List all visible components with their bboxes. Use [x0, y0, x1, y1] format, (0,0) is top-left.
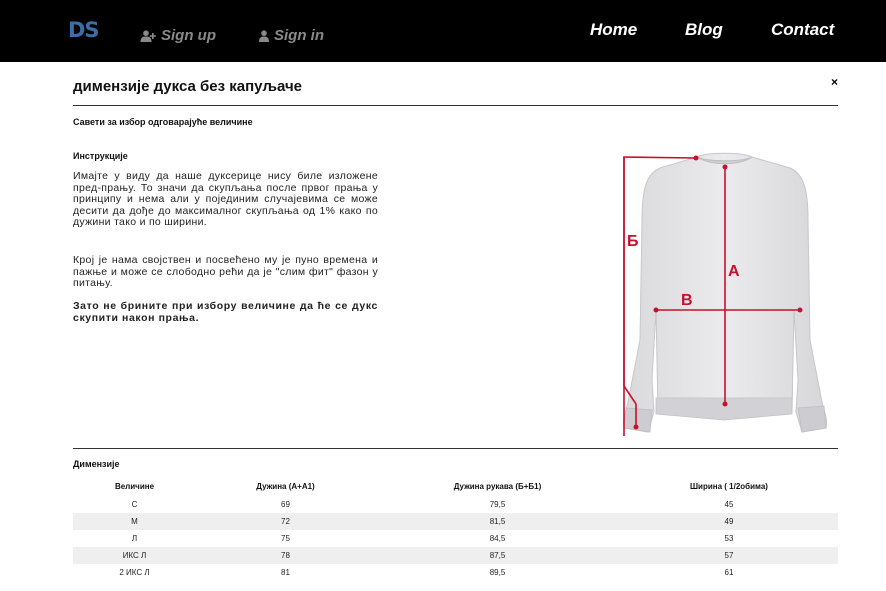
modal-title: димензије дукса без капуљаче — [73, 78, 303, 95]
header-length: Дужина (А+А1) — [256, 482, 315, 491]
cell-width: 61 — [620, 564, 838, 581]
cell-length: 78 — [196, 547, 375, 564]
instructions-heading: Инструкције — [73, 151, 128, 161]
measure-label-be: Б — [627, 233, 639, 250]
cell-sleeve: 87,5 — [375, 547, 620, 564]
site-logo[interactable]: DS — [68, 18, 100, 42]
table-row: М 72 81,5 49 — [73, 513, 838, 530]
table-row: Л 75 84,5 53 — [73, 530, 838, 547]
cell-width: 45 — [620, 496, 838, 513]
cell-sleeve: 81,5 — [375, 513, 620, 530]
cell-size: С — [73, 496, 196, 513]
table-row: ИКС Л 78 87,5 57 — [73, 547, 838, 564]
size-guide-modal: димензије дукса без капуљаче × Савети за… — [0, 62, 886, 591]
header-sleeve-length: Дужина рукава (Б+Б1) — [453, 482, 542, 491]
cell-size: М — [73, 513, 196, 530]
table-row: 2 ИКС Л 81 89,5 61 — [73, 564, 838, 581]
cell-length: 75 — [196, 530, 375, 547]
user-icon — [259, 29, 269, 42]
sign-in-link[interactable]: Sign in — [259, 27, 324, 44]
top-navbar: DS Sign up Sign in Home Blog Contact — [0, 0, 886, 62]
cell-width: 49 — [620, 513, 838, 530]
nav-home-link[interactable]: Home — [590, 20, 637, 40]
size-chart-table: Величине Дужина (А+А1) Дужина рукава (Б+… — [73, 477, 838, 581]
header-size: Величине — [114, 482, 155, 491]
divider — [73, 448, 838, 449]
cell-length: 69 — [196, 496, 375, 513]
measure-label-b: B — [681, 292, 693, 309]
sign-in-label: Sign in — [274, 27, 324, 44]
cell-length: 72 — [196, 513, 375, 530]
nav-blog-link[interactable]: Blog — [685, 20, 723, 40]
dimensions-heading: Димензије — [73, 459, 120, 469]
fit-paragraph: Крој је нама својствен и посвећено му је… — [73, 254, 378, 289]
cell-sleeve: 79,5 — [375, 496, 620, 513]
cell-size: 2 ИКС Л — [73, 564, 196, 581]
table-header-row: Величине Дужина (А+А1) Дужина рукава (Б+… — [73, 477, 838, 496]
sign-up-label: Sign up — [161, 27, 216, 44]
table-row: С 69 79,5 45 — [73, 496, 838, 513]
cell-sleeve: 84,5 — [375, 530, 620, 547]
header-width: Ширина ( 1/2обима) — [690, 482, 768, 491]
close-button[interactable]: × — [831, 76, 838, 88]
measure-label-a: A — [728, 263, 740, 280]
modal-subtitle: Савети за избор одговарајуће величине — [73, 117, 253, 127]
divider — [73, 105, 838, 106]
cell-size: Л — [73, 530, 196, 547]
cell-sleeve: 89,5 — [375, 564, 620, 581]
sign-up-link[interactable]: Sign up — [140, 27, 216, 44]
cell-width: 53 — [620, 530, 838, 547]
sweatshirt-measurement-diagram: A B Б Б1 A1 — [623, 152, 827, 436]
instructions-paragraph: Имајте у виду да наше дуксерице нису бил… — [73, 170, 378, 228]
cell-size: ИКС Л — [73, 547, 196, 564]
cell-length: 81 — [196, 564, 375, 581]
reassurance-paragraph: Зато не брините при избору величине да ћ… — [73, 300, 378, 324]
nav-contact-link[interactable]: Contact — [771, 20, 834, 40]
add-user-icon — [140, 29, 156, 42]
cell-width: 57 — [620, 547, 838, 564]
